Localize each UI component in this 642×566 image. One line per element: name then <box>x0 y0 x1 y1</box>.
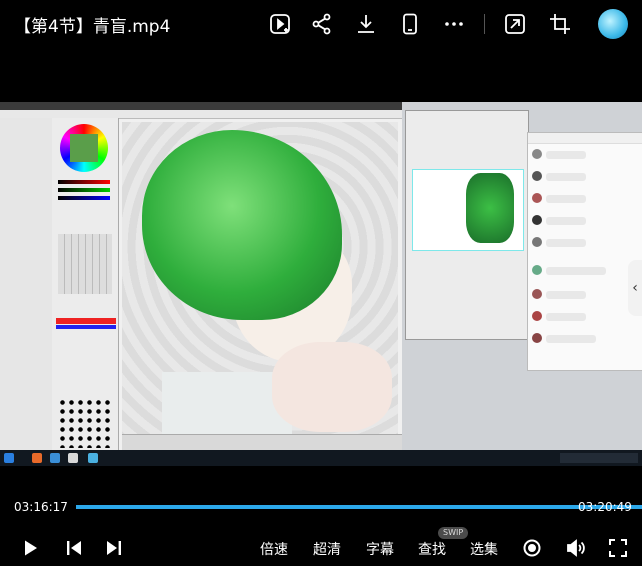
video-frame[interactable]: ‹ <box>0 102 642 466</box>
chat-message <box>532 169 637 187</box>
app-titlebar <box>0 102 402 110</box>
color-wheel <box>60 124 108 172</box>
quality-button[interactable]: 超清 <box>313 539 341 559</box>
blue-swatch <box>56 325 116 329</box>
windows-start-icon <box>4 453 14 463</box>
speed-button[interactable]: 倍速 <box>260 539 288 559</box>
chat-message <box>532 309 637 327</box>
chat-message <box>532 287 637 305</box>
top-bar: 【第4节】青盲.mp4 <box>0 0 642 48</box>
chat-header <box>528 133 642 144</box>
next-icon[interactable] <box>104 538 124 558</box>
app-statusbar <box>122 434 402 451</box>
video-add-icon[interactable] <box>268 12 292 36</box>
paint-app-window <box>0 102 402 451</box>
divider <box>484 14 485 34</box>
progress-bar[interactable] <box>76 505 642 509</box>
chat-window <box>527 132 642 371</box>
share-icon[interactable] <box>310 12 334 36</box>
cast-icon[interactable] <box>503 12 527 36</box>
video-title: 【第4节】青盲.mp4 <box>14 17 171 37</box>
layer-panel <box>0 118 53 450</box>
control-bar: 倍速 超清 字幕 SWIP 查找 选集 <box>0 527 642 566</box>
fullscreen-icon[interactable] <box>608 538 628 558</box>
subtitle-button[interactable]: 字幕 <box>366 539 394 559</box>
taskbar-app-icon <box>68 453 78 463</box>
illustration-hair <box>142 130 342 320</box>
avatar[interactable] <box>598 9 628 39</box>
taskbar-app-icon <box>50 453 60 463</box>
chat-message <box>532 213 637 231</box>
side-expand-arrow-icon[interactable]: ‹ <box>628 260 642 316</box>
search-button[interactable]: 查找 <box>418 539 446 559</box>
chat-message <box>532 263 637 281</box>
illustration-hand <box>272 342 392 432</box>
color-slider <box>58 188 110 192</box>
system-tray <box>560 453 638 463</box>
chat-message <box>532 147 637 165</box>
crop-icon[interactable] <box>548 12 572 36</box>
volume-icon[interactable] <box>565 538 585 558</box>
drawing-canvas <box>122 122 398 434</box>
color-slider <box>58 196 110 200</box>
reference-figure <box>466 173 514 243</box>
search-badge: SWIP <box>438 527 469 539</box>
previous-icon[interactable] <box>64 538 84 558</box>
red-swatch <box>56 318 116 324</box>
more-icon[interactable] <box>442 12 466 36</box>
taskbar-app-icon <box>88 453 98 463</box>
total-time: 03:20:49 <box>578 500 632 514</box>
color-slider <box>58 180 110 184</box>
firefox-icon <box>32 453 42 463</box>
chat-message <box>532 235 637 253</box>
episodes-button[interactable]: 选集 <box>470 539 498 559</box>
brush-size-dots <box>58 398 112 448</box>
reference-window <box>405 110 529 340</box>
brush-grid <box>58 234 112 294</box>
download-icon[interactable] <box>354 12 378 36</box>
windows-taskbar <box>0 450 642 466</box>
chat-message <box>532 191 637 209</box>
phone-icon[interactable] <box>398 12 422 36</box>
current-time: 03:16:17 <box>14 500 68 514</box>
color-panel <box>52 118 119 450</box>
danmaku-icon[interactable] <box>522 538 542 558</box>
play-icon[interactable] <box>20 538 40 558</box>
chat-message <box>532 331 637 349</box>
